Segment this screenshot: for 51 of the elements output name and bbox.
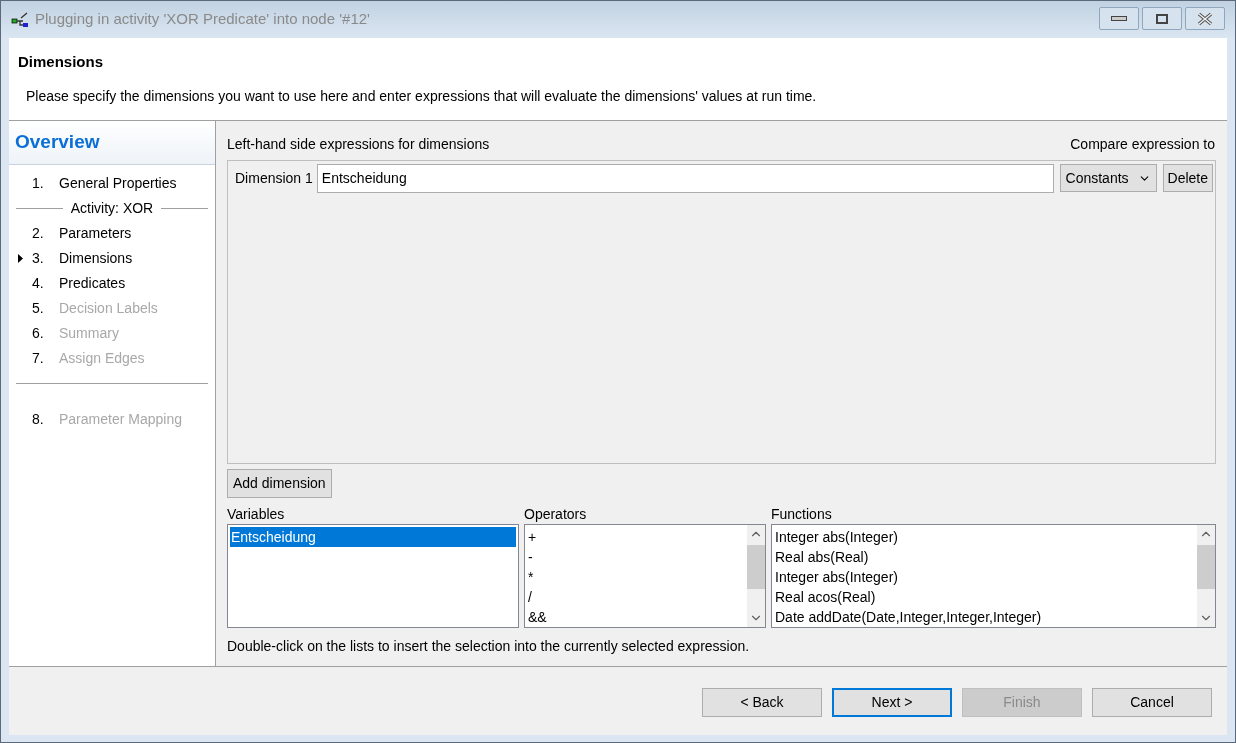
list-item[interactable]: + [527, 527, 745, 547]
list-item[interactable]: Real abs(Real) [774, 547, 1195, 567]
list-box[interactable]: Integer abs(Integer) Real abs(Real) Integer abs(Integer) Real acos(Real) Date addDate(Date,Integer,Integer,Integer) [771, 524, 1216, 628]
expression-field[interactable]: Entscheidung [316, 163, 1054, 193]
step-number: 7. [32, 349, 45, 368]
page-description: Please specify the dimensions you want to use here and enter expressions that will evaluate the dimensions' values at run time. [26, 86, 818, 106]
compare-heading: Compare expression to [1070, 135, 1215, 154]
list-item[interactable]: Integer abs(Integer) [774, 527, 1195, 547]
node-graph-icon [11, 11, 29, 28]
step-number: 6. [32, 324, 45, 343]
step-link[interactable]: Predicates [59, 273, 126, 294]
list-item[interactable]: / [527, 587, 745, 607]
scrollbar-thumb[interactable] [747, 545, 765, 589]
hint-text: Double-click on the lists to insert the selection into the currently selected expression. [227, 637, 751, 656]
list-title: Operators [524, 505, 588, 524]
close-button[interactable] [1185, 7, 1225, 30]
delete-button[interactable]: Delete [1162, 164, 1213, 192]
maximize-button[interactable] [1142, 7, 1182, 30]
list-item[interactable]: Date addDate(Date,Integer,Integer,Integer) [774, 607, 1195, 627]
step-number: 8. [32, 410, 45, 429]
section-label: Activity: XOR [70, 199, 154, 218]
step-link[interactable]: General Properties [59, 173, 177, 194]
minimize-button[interactable] [1099, 7, 1139, 30]
list-item[interactable]: - [527, 547, 745, 567]
step-link[interactable]: Parameters [59, 223, 132, 244]
step-link[interactable]: Dimensions [59, 248, 133, 269]
list-item[interactable]: && [527, 607, 745, 627]
list-item[interactable]: Integer abs(Integer) [774, 567, 1195, 587]
page-title: Dimensions [18, 52, 105, 72]
window-title: Plugging in activity 'XOR Predicate' into node '#12' [35, 9, 370, 30]
close-icon [1196, 11, 1214, 26]
scrollbar-thumb[interactable] [1197, 545, 1215, 589]
compare-dropdown[interactable]: Constants [1059, 164, 1157, 192]
step-number: 2. [32, 224, 45, 243]
dimension-label: Dimension 1 [235, 168, 313, 188]
list-item[interactable]: * [527, 567, 745, 587]
wizard-button[interactable]: < Back [702, 687, 822, 717]
wizard-button[interactable]: Next > [832, 687, 952, 717]
list-item[interactable]: Entscheidung [230, 527, 516, 547]
list-box[interactable]: + - * / && [524, 524, 766, 628]
step-number: 4. [32, 274, 45, 293]
list-title: Variables [227, 505, 286, 524]
list-box[interactable]: Entscheidung [227, 524, 519, 628]
list-item[interactable]: Real acos(Real) [774, 587, 1195, 607]
wizard-button[interactable]: Cancel [1092, 687, 1212, 717]
step-number: 3. [32, 249, 45, 268]
dimensions-heading: Left-hand side expressions for dimensions [227, 135, 490, 154]
add-dimension-button[interactable]: Add dimension [227, 469, 332, 498]
step-number: 5. [32, 299, 45, 318]
list-title: Functions [771, 505, 833, 524]
step-number: 1. [32, 174, 45, 193]
